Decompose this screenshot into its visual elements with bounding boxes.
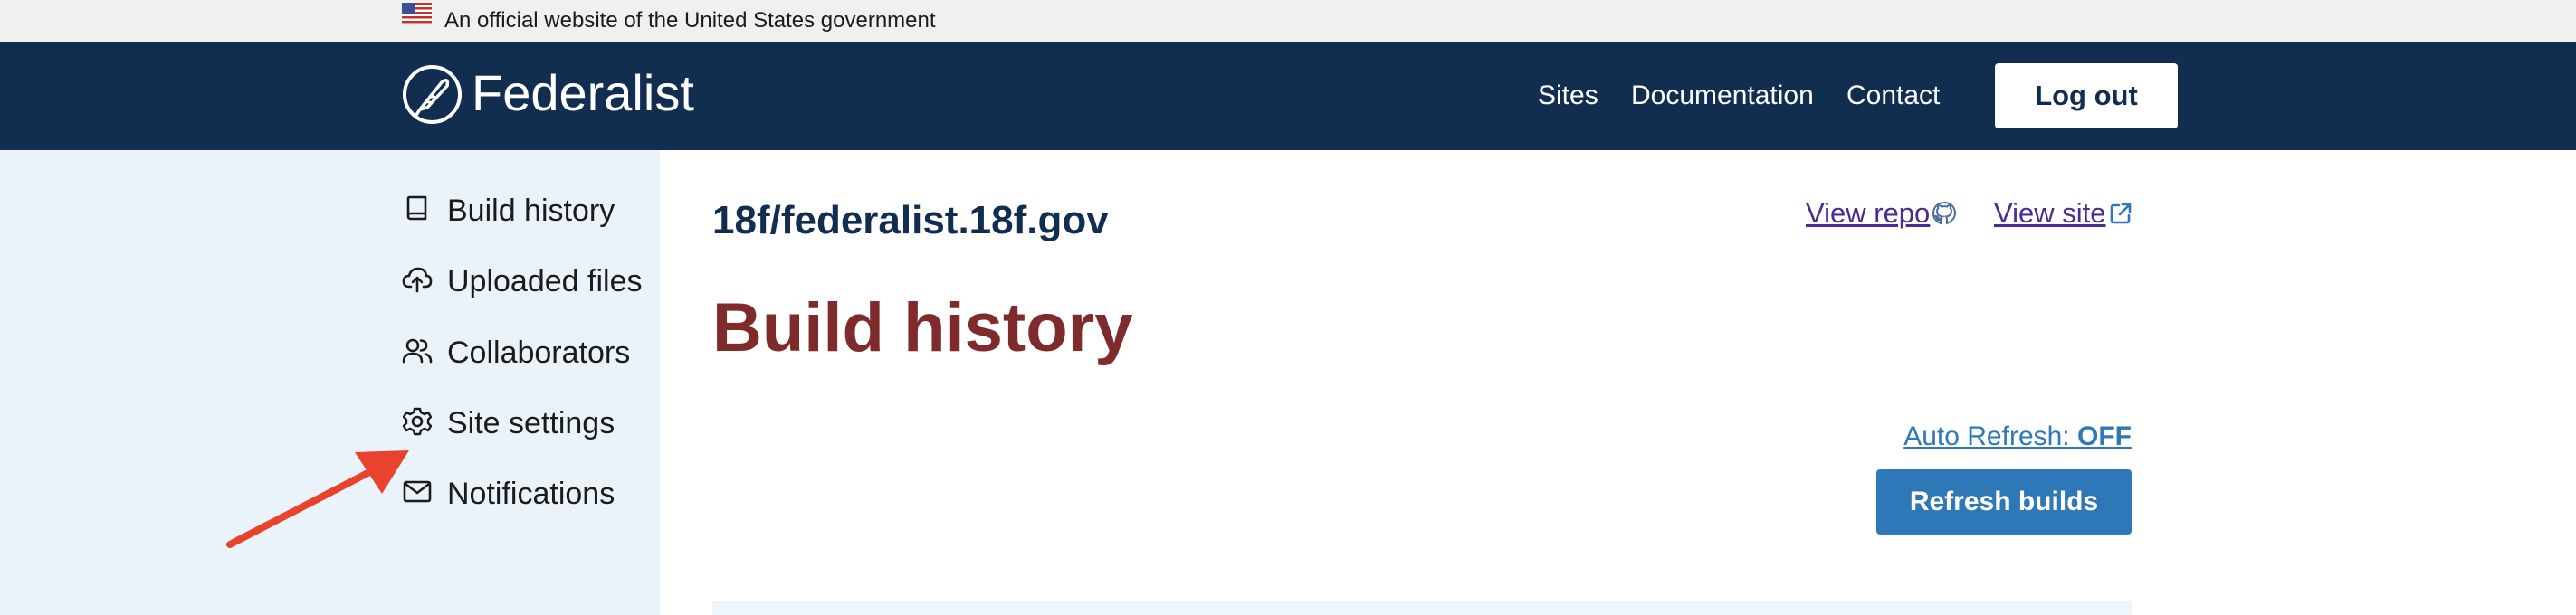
external-link-icon[interactable] bbox=[2108, 201, 2133, 226]
sidebar-item-label: Site settings bbox=[447, 406, 615, 440]
logout-button[interactable]: Log out bbox=[1995, 63, 2178, 128]
sidebar-item-label: Collaborators bbox=[447, 336, 631, 370]
nav-contact[interactable]: Contact bbox=[1846, 78, 1940, 114]
sidebar-item-site-settings[interactable]: Site settings bbox=[402, 402, 655, 448]
auto-refresh-toggle[interactable]: Auto Refresh: OFF bbox=[1903, 417, 2132, 457]
site-name: 18f/federalist.18f.gov bbox=[712, 198, 1109, 242]
sidebar-item-notifications[interactable]: Notifications bbox=[402, 473, 655, 518]
view-site-link[interactable]: View site bbox=[1994, 194, 2106, 233]
annotation-arrow bbox=[226, 450, 409, 548]
refresh-builds-button[interactable]: Refresh builds bbox=[1876, 469, 2132, 535]
view-repo-link[interactable]: View repo bbox=[1806, 194, 1930, 233]
page-title: Build history bbox=[712, 289, 1133, 366]
sidebar-item-label: Notifications bbox=[447, 477, 615, 511]
gov-banner-text: An official website of the United States… bbox=[444, 8, 936, 33]
auto-refresh-label: Auto Refresh: bbox=[1903, 421, 2070, 451]
gov-banner: An official website of the United States… bbox=[0, 0, 2576, 42]
us-flag-icon bbox=[402, 3, 432, 24]
sidebar-item-build-history[interactable]: Build history bbox=[402, 190, 655, 235]
app-name[interactable]: Federalist bbox=[472, 62, 694, 125]
federalist-logo-icon[interactable] bbox=[402, 64, 463, 125]
nav-sites[interactable]: Sites bbox=[1538, 78, 1598, 114]
auto-refresh-state: OFF bbox=[2077, 421, 2132, 451]
sidebar-item-uploaded-files[interactable]: Uploaded files bbox=[402, 260, 655, 306]
users-icon bbox=[402, 338, 433, 364]
github-icon[interactable] bbox=[1932, 201, 1957, 226]
gear-icon bbox=[402, 407, 433, 436]
cloud-upload-icon bbox=[402, 267, 433, 293]
sidebar-item-label: Uploaded files bbox=[447, 264, 643, 298]
site-header: Federalist Sites Documentation Contact L… bbox=[0, 42, 2576, 150]
sidebar-item-label: Build history bbox=[447, 194, 615, 228]
builds-table bbox=[712, 601, 2132, 615]
nav-documentation[interactable]: Documentation bbox=[1631, 78, 1814, 114]
sidebar-item-collaborators[interactable]: Collaborators bbox=[402, 332, 655, 377]
book-icon bbox=[406, 195, 427, 221]
